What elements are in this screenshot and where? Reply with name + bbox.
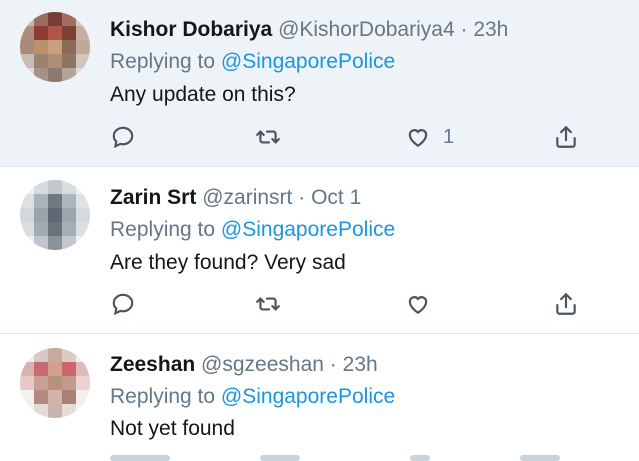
retweet-button[interactable] [255,122,281,152]
reply-icon [112,293,134,316]
replying-prefix: Replying to [110,385,216,408]
reply-icon [112,126,134,149]
retweet-icon [256,297,280,311]
retweet-button[interactable] [255,289,281,319]
tweet-reply-1[interactable]: Kishor Dobariya @KishorDobariya4 · 23h R… [0,0,639,166]
tweet-header: Zarin Srt @zarinsrt · Oct 1 [110,186,361,210]
tweet-text: Any update on this? [110,83,296,106]
user-handle[interactable]: @zarinsrt [202,186,292,209]
separator: · [329,353,337,376]
share-button[interactable] [553,122,579,152]
tweet-text: Not yet found [110,417,235,440]
like-icon [408,296,428,314]
share-icon [556,126,576,148]
tweet-reply-3[interactable]: Zeeshan @sgzeeshan · 23h Replying to @Si… [0,334,639,461]
tweet-header: Kishor Dobariya @KishorDobariya4 · 23h [110,18,508,42]
next-tweet-peek [0,453,639,461]
tweet-header: Zeeshan @sgzeeshan · 23h [110,353,378,377]
replying-to-line: Replying to @SingaporePolice [110,385,395,409]
like-button[interactable]: 1 [405,122,454,152]
reply-button[interactable] [110,289,136,319]
replying-to-line: Replying to @SingaporePolice [110,50,395,74]
display-name[interactable]: Zeeshan [110,353,195,376]
mention-link[interactable]: @SingaporePolice [221,50,395,73]
share-button[interactable] [553,289,579,319]
replying-prefix: Replying to [110,50,216,73]
like-icon [408,129,428,147]
action-bar: 1 [0,122,639,152]
display-name[interactable]: Zarin Srt [110,186,196,209]
avatar[interactable] [20,12,90,82]
mention-link[interactable]: @SingaporePolice [221,385,395,408]
like-count: 1 [443,125,455,148]
mention-link[interactable]: @SingaporePolice [221,218,395,241]
user-handle[interactable]: @KishorDobariya4 [278,18,455,41]
action-bar [0,289,639,319]
avatar[interactable] [20,348,90,418]
separator: · [298,186,306,209]
retweet-icon [256,130,280,144]
tweet-text: Are they found? Very sad [110,251,346,274]
reply-feed: Kishor Dobariya @KishorDobariya4 · 23h R… [0,0,639,461]
display-name[interactable]: Kishor Dobariya [110,18,272,41]
avatar[interactable] [20,180,90,250]
share-icon [556,293,576,315]
tweet-reply-2[interactable]: Zarin Srt @zarinsrt · Oct 1 Replying to … [0,167,639,333]
separator: · [460,18,468,41]
timestamp[interactable]: Oct 1 [311,186,361,209]
user-handle[interactable]: @sgzeeshan [201,353,324,376]
timestamp[interactable]: 23h [473,18,508,41]
replying-to-line: Replying to @SingaporePolice [110,218,395,242]
timestamp[interactable]: 23h [343,353,378,376]
like-button[interactable] [405,289,443,319]
replying-prefix: Replying to [110,218,216,241]
reply-button[interactable] [110,122,136,152]
